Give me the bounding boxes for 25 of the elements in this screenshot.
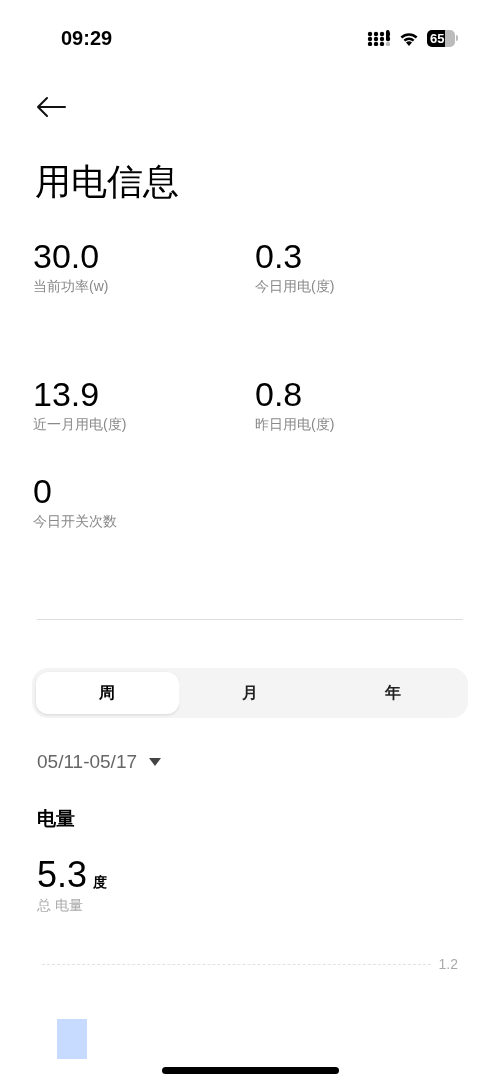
page-title: 用电信息 xyxy=(35,160,180,204)
total-unit: 度 xyxy=(93,873,108,892)
stat-value: 0 xyxy=(33,471,52,511)
stat-value: 0.3 xyxy=(255,236,303,276)
status-time: 09:29 xyxy=(61,26,113,51)
dropdown-triangle-icon[interactable] xyxy=(149,758,161,767)
stat-value: 13.9 xyxy=(33,374,100,414)
stat-label: 当前功率(w) xyxy=(33,277,109,296)
period-tab[interactable]: 周 xyxy=(36,672,179,714)
date-range[interactable]: 05/11-05/17 xyxy=(37,748,137,777)
chart-bar xyxy=(57,1019,87,1059)
stat-label: 今日开关次数 xyxy=(33,512,117,531)
stat-value: 30.0 xyxy=(33,236,100,276)
stat-value: 0.8 xyxy=(255,374,303,414)
wifi-icon xyxy=(399,30,419,46)
stat-label: 近一月用电(度) xyxy=(33,415,127,434)
stat-label: 今日用电(度) xyxy=(255,277,335,296)
axis-label: 1.2 xyxy=(438,955,458,974)
total-value: 5.3 xyxy=(37,855,88,895)
total-label: 总 电量 xyxy=(37,896,84,915)
signal-icon xyxy=(367,30,391,46)
stat-label: 昨日用电(度) xyxy=(255,415,335,434)
section-title: 电量 xyxy=(37,806,76,831)
back-arrow-icon[interactable] xyxy=(36,96,66,118)
battery-indicator: 65 xyxy=(427,29,455,47)
